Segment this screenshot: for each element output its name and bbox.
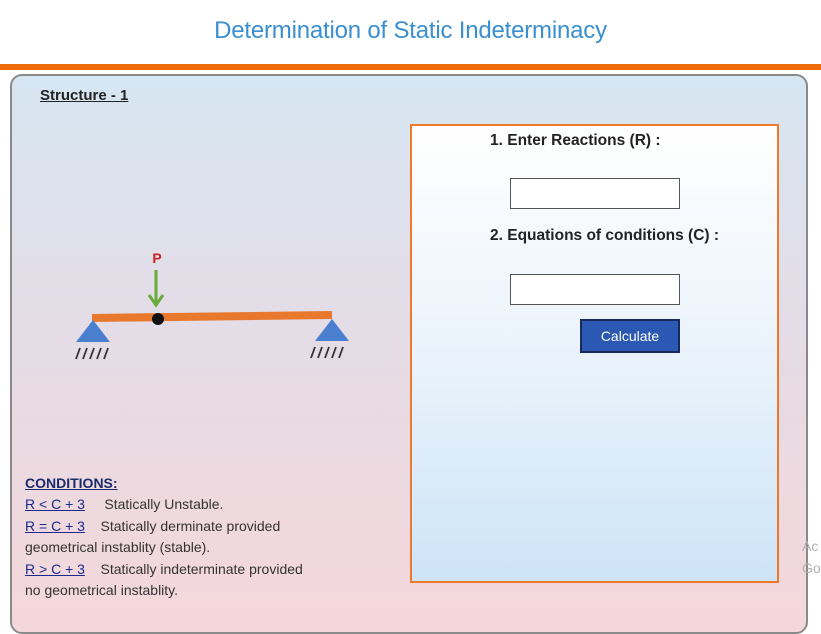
conditions-input[interactable] bbox=[510, 274, 680, 305]
condition-text: Statically derminate provided bbox=[100, 518, 281, 534]
condition-text: Statically indeterminate provided bbox=[100, 561, 303, 577]
load-label: P bbox=[152, 250, 161, 266]
left-support bbox=[75, 320, 110, 360]
condition-relation: R = C + 3 bbox=[25, 518, 85, 534]
beam bbox=[91, 311, 333, 322]
condition-row-determinate: R = C + 3 Statically derminate provided bbox=[25, 518, 280, 534]
load-point bbox=[152, 313, 164, 325]
condition-row-unstable: R < C + 3 Statically Unstable. bbox=[25, 496, 223, 512]
structure-title: Structure - 1 bbox=[40, 87, 129, 104]
condition-relation: R > C + 3 bbox=[25, 561, 85, 577]
reactions-label: 1. Enter Reactions (R) : bbox=[490, 132, 661, 149]
condition-continuation: no geometrical instablity. bbox=[25, 582, 179, 598]
condition-row-indeterminate: R > C + 3 Statically indeterminate provi… bbox=[25, 561, 303, 577]
right-support bbox=[310, 319, 349, 359]
reactions-input[interactable] bbox=[510, 178, 680, 209]
condition-relation: R < C + 3 bbox=[25, 496, 85, 512]
load-arrow bbox=[147, 270, 165, 308]
watermark-line-1: Ac bbox=[802, 538, 819, 554]
calculate-button[interactable]: Calculate bbox=[580, 319, 680, 353]
conditions-heading: CONDITIONS: bbox=[25, 475, 118, 491]
header-divider bbox=[0, 64, 821, 70]
page-title: Determination of Static Indeterminacy bbox=[214, 17, 607, 44]
watermark-line-2: Go bbox=[802, 560, 821, 576]
conditions-label: 2. Equations of conditions (C) : bbox=[490, 227, 720, 244]
beam-diagram: P bbox=[75, 250, 349, 360]
condition-continuation: geometrical instablity (stable). bbox=[25, 539, 211, 555]
condition-text: Statically Unstable. bbox=[104, 496, 224, 512]
